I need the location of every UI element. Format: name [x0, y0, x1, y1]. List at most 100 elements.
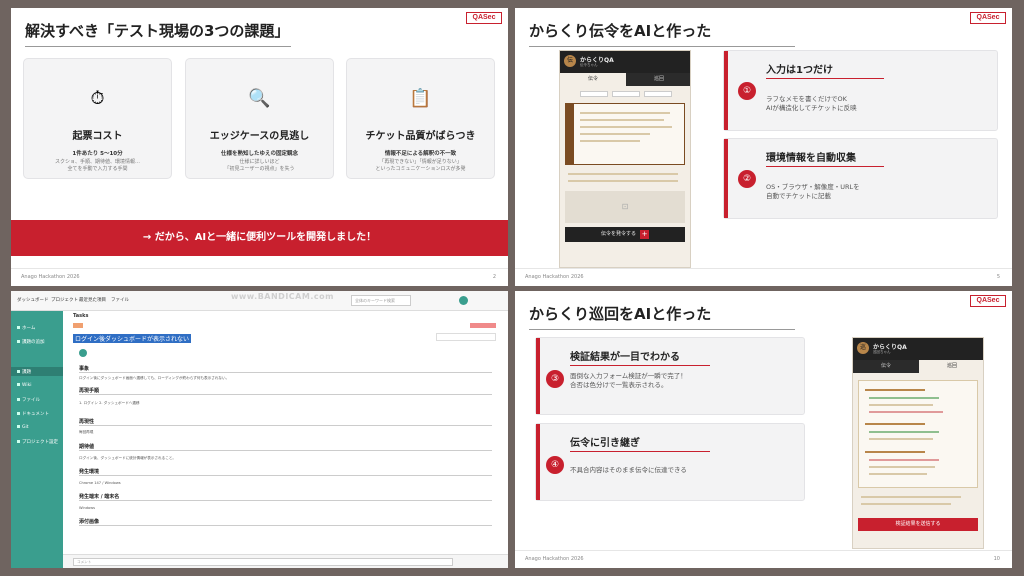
- section-body: Chrome 147 / Windows: [79, 481, 121, 485]
- section-heading: 発生環境: [79, 469, 100, 475]
- footer-divider: [515, 550, 1012, 551]
- footer-text: Anago Hackathon 2026: [525, 556, 584, 562]
- global-search-input[interactable]: 全体のキーワード検索: [351, 295, 411, 306]
- tab-junkai[interactable]: 巡回: [919, 360, 983, 373]
- chip[interactable]: [612, 91, 640, 97]
- memo-textarea[interactable]: [565, 103, 685, 165]
- comment-input[interactable]: コメント: [73, 558, 453, 566]
- accent-bar: [536, 338, 540, 414]
- bandicam-watermark: www.BANDICAM.com: [231, 292, 334, 301]
- sidebar-item-issues[interactable]: 課題: [17, 369, 31, 375]
- section-divider: [79, 372, 492, 373]
- app-screenshot-junkai: 巡 からくりQA 巡回ちゃん 伝令 巡回 検証結果を送信する: [852, 337, 984, 549]
- section-divider: [79, 475, 492, 476]
- result-line: [869, 397, 939, 399]
- section-divider: [79, 425, 492, 426]
- sidebar-item-project-settings[interactable]: プロジェクト設定: [17, 439, 58, 445]
- card-ticket-cost: ⏱ 起票コスト 1件あたり 5〜10分 スクショ、手順、期待値、環境情報… 全てを…: [23, 58, 172, 179]
- memo-line: [580, 112, 670, 114]
- sidebar-item-add-issue[interactable]: 課題の追加: [17, 339, 45, 345]
- app-subtitle: 巡回ちゃん: [873, 350, 891, 354]
- number-badge: ④: [546, 456, 564, 474]
- feature-single-input: ① 入力は1つだけ ラフなメモを書くだけでOK AIが構造化してチケットに反映: [723, 50, 998, 131]
- slide-title: からくり伝令をAIと作った: [529, 22, 712, 40]
- sidebar-item-git[interactable]: Git: [17, 425, 29, 430]
- app-logo: 伝: [564, 55, 576, 67]
- section-heading: 添付画像: [79, 519, 100, 525]
- image-upload-area[interactable]: ⊡: [565, 191, 685, 223]
- chip[interactable]: [644, 91, 672, 97]
- slide-karakuri-denrei: QASec からくり伝令をAIと作った 伝 からくりQA 伝令ちゃん 伝令 巡回…: [515, 8, 1012, 286]
- nav-projects[interactable]: プロジェクト: [51, 297, 78, 303]
- heading-underline: [766, 166, 884, 167]
- tab-denrei[interactable]: 伝令: [853, 360, 919, 373]
- footer-divider: [11, 268, 508, 269]
- avatar[interactable]: [459, 296, 468, 305]
- section-divider: [79, 525, 492, 526]
- magnifier-icon: 🔍: [248, 88, 271, 109]
- feature-description: OS・ブラウザ・解像度・URLを 自動でチケットに記載: [766, 183, 860, 200]
- accent-bar: [724, 139, 728, 218]
- sidebar-item-wiki[interactable]: Wiki: [17, 383, 31, 388]
- feature-heading: 検証結果が一目でわかる: [570, 352, 680, 363]
- section-body: Windows: [79, 506, 96, 510]
- status-badge: [470, 323, 496, 328]
- send-denrei-button[interactable]: 伝令を発令する +: [565, 227, 685, 242]
- nav-files[interactable]: ファイル: [111, 297, 129, 303]
- card-edge-cases: 🔍 エッジケースの見逃し 仕様を熟知したゆえの固定観念 仕様に詳しいほど 「初見ユ…: [185, 58, 334, 179]
- card-heading: エッジケースの見逃し: [209, 131, 310, 142]
- result-line: [869, 473, 927, 475]
- sidebar-item-home[interactable]: ホーム: [17, 325, 35, 331]
- section-body: 1. ログイン 2. ダッシュボードへ遷移: [79, 401, 140, 405]
- app-tabs: 伝令 巡回: [853, 360, 983, 373]
- heading-underline: [570, 365, 710, 366]
- section-heading: 再現性: [79, 419, 95, 425]
- section-divider: [79, 500, 492, 501]
- section-body: 毎回再現: [79, 430, 94, 434]
- conclusion-banner: → だから、AIと一緒に便利ツールを開発しました！: [11, 220, 508, 256]
- slide-title: からくり巡回をAIと作った: [529, 305, 712, 323]
- result-line: [865, 451, 925, 453]
- result-line: [869, 404, 933, 406]
- feature-results-at-glance: ③ 検証結果が一目でわかる 面倒な入力フォーム検証が一瞬で完了！ 合否は色分けで一…: [535, 337, 805, 415]
- page-number: 10: [993, 556, 1000, 562]
- nav-recent[interactable]: 最近見た項目: [79, 297, 106, 303]
- tab-junkai[interactable]: 巡回: [626, 73, 690, 86]
- comment-bar: コメント: [63, 554, 508, 568]
- memo-line: [580, 140, 640, 142]
- sidebar-item-documents[interactable]: ドキュメント: [17, 411, 49, 417]
- card-subheading: 情報不足による解釈の不一致: [384, 151, 457, 157]
- title-underline: [25, 46, 291, 47]
- title-underline: [529, 329, 795, 330]
- section-heading: 事象: [79, 366, 90, 372]
- card-ticket-quality: 📋 チケット品質がばらつき 情報不足による解釈の不一致 「再現できない」「情報が…: [346, 58, 495, 179]
- summary-line: [861, 503, 951, 505]
- footer-divider: [515, 268, 1012, 269]
- memo-line: [580, 133, 650, 135]
- result-line: [869, 438, 933, 440]
- feature-description: 面倒な入力フォーム検証が一瞬で完了！ 合否は色分けで一覧表示される。: [570, 372, 687, 389]
- feature-description: 不具合内容はそのまま伝令に伝達できる: [570, 466, 687, 474]
- section-body: ログイン後にダッシュボード画面へ遷移しても、ローディングが終わらず何も表示されな…: [79, 376, 230, 380]
- submit-results-button[interactable]: 検証結果を送信する: [858, 518, 978, 531]
- feature-heading: 環境情報を自動収集: [766, 153, 856, 164]
- summary-line: [861, 496, 961, 498]
- breadcrumb[interactable]: Tasks: [73, 313, 88, 319]
- sidebar-item-files[interactable]: ファイル: [17, 397, 40, 403]
- chip[interactable]: [580, 91, 608, 97]
- env-line: [568, 173, 678, 175]
- qasec-badge: QASec: [466, 12, 502, 24]
- result-line: [869, 411, 943, 413]
- heading-underline: [766, 78, 884, 79]
- clipboard-icon: 📋: [409, 88, 432, 109]
- footer-text: Anago Hackathon 2026: [525, 274, 584, 280]
- card-heading: 起票コスト: [72, 131, 123, 142]
- app-subtitle: 伝令ちゃん: [580, 63, 598, 67]
- app-tabs: 伝令 巡回: [560, 73, 690, 86]
- issue-actions[interactable]: [436, 333, 496, 341]
- env-line: [568, 180, 678, 182]
- tab-denrei[interactable]: 伝令: [560, 73, 626, 86]
- memo-line: [580, 126, 672, 128]
- nav-dashboard[interactable]: ダッシュボード: [17, 297, 49, 303]
- footer-text: Anago Hackathon 2026: [21, 274, 80, 280]
